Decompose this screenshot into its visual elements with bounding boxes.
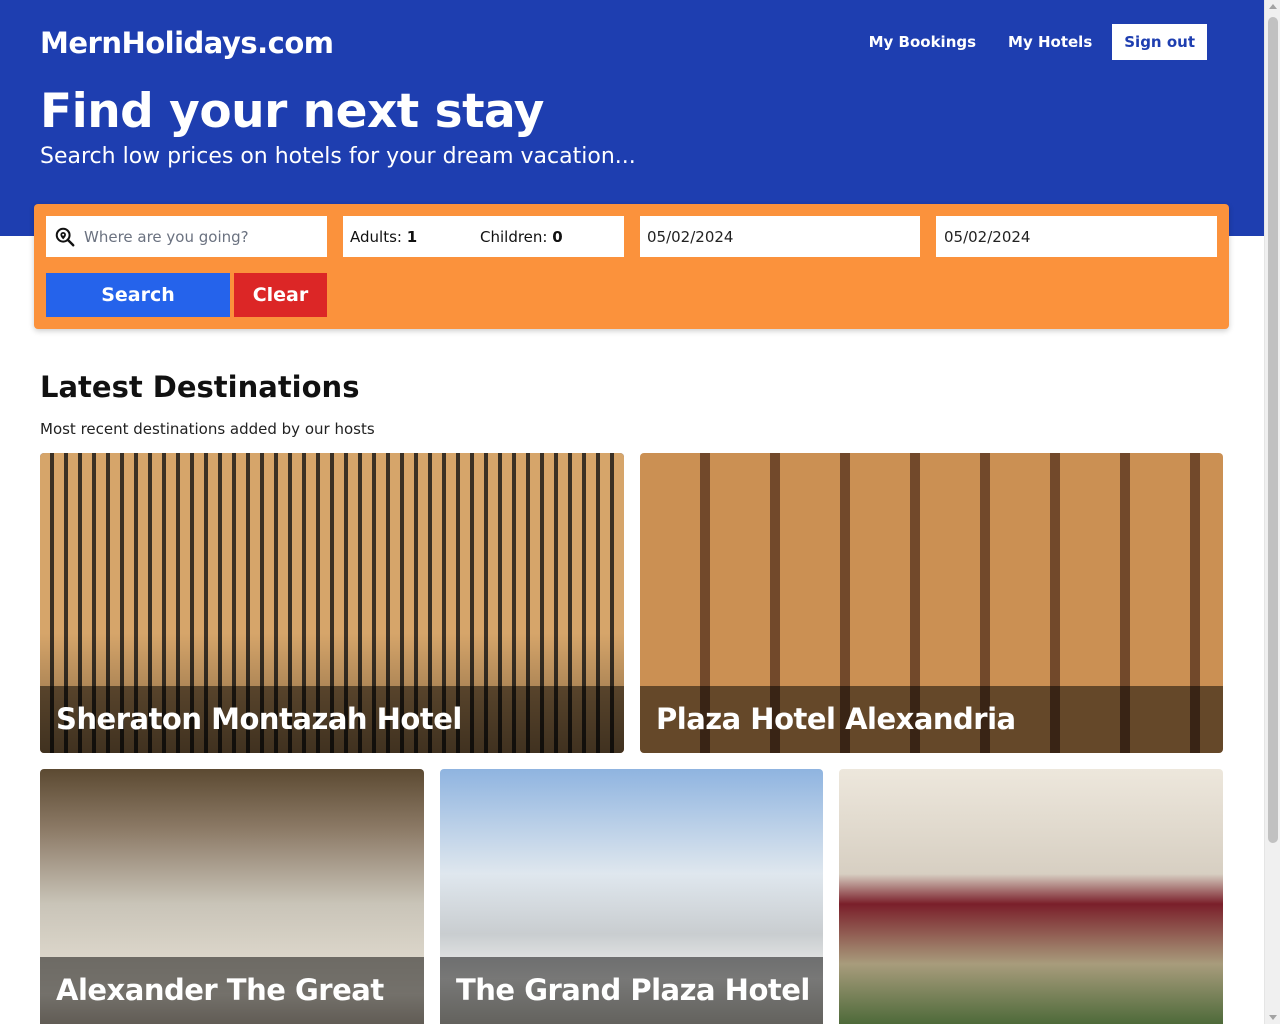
nav-my-bookings[interactable]: My Bookings bbox=[869, 24, 976, 60]
scroll-up-arrow-icon[interactable] bbox=[1269, 4, 1277, 9]
section-subtitle: Most recent destinations added by our ho… bbox=[40, 420, 375, 438]
scroll-down-arrow-icon[interactable] bbox=[1269, 1015, 1277, 1020]
search-bar: Adults: 1 Children: 0 05/02/2024 05/02/2… bbox=[34, 204, 1229, 329]
destination-field[interactable] bbox=[46, 216, 327, 257]
hotel-image bbox=[839, 769, 1223, 1024]
check-out-date-input[interactable]: 05/02/2024 bbox=[936, 216, 1217, 257]
children-group[interactable]: Children: 0 bbox=[480, 228, 610, 246]
hotel-name: The Grand Plaza Hotel bbox=[456, 973, 810, 1007]
top-nav: My Bookings My Hotels Sign out bbox=[837, 24, 1207, 60]
adults-label: Adults: bbox=[350, 227, 402, 246]
card-caption: Alexander The Great bbox=[40, 957, 424, 1024]
card-caption: The Grand Plaza Hotel bbox=[440, 957, 823, 1024]
guests-field: Adults: 1 Children: 0 bbox=[343, 216, 624, 257]
card-caption: Sheraton Montazah Hotel bbox=[40, 686, 624, 753]
sign-out-button[interactable]: Sign out bbox=[1112, 24, 1207, 60]
destination-card[interactable]: The Grand Plaza Hotel bbox=[440, 769, 823, 1024]
clear-button[interactable]: Clear bbox=[234, 273, 327, 317]
scroll-thumb[interactable] bbox=[1268, 17, 1278, 843]
hotel-name: Sheraton Montazah Hotel bbox=[56, 702, 462, 736]
hotel-name: Alexander The Great bbox=[56, 973, 384, 1007]
destination-card[interactable]: Alexander The Great bbox=[40, 769, 424, 1024]
search-button[interactable]: Search bbox=[46, 273, 230, 317]
adults-group[interactable]: Adults: 1 bbox=[350, 228, 480, 246]
hotel-name: Plaza Hotel Alexandria bbox=[656, 702, 1016, 736]
section-title: Latest Destinations bbox=[40, 370, 360, 404]
adults-input[interactable]: 1 bbox=[407, 228, 417, 246]
search-location-icon bbox=[55, 227, 75, 246]
brand-logo[interactable]: MernHolidays.com bbox=[40, 26, 334, 60]
destination-card[interactable] bbox=[839, 769, 1223, 1024]
hero-title: Find your next stay bbox=[40, 84, 544, 139]
destination-input[interactable] bbox=[84, 227, 314, 246]
card-caption: Plaza Hotel Alexandria bbox=[640, 686, 1223, 753]
destination-card[interactable]: Plaza Hotel Alexandria bbox=[640, 453, 1223, 753]
children-input[interactable]: 0 bbox=[552, 228, 562, 246]
children-label: Children: bbox=[480, 227, 548, 246]
check-in-date-input[interactable]: 05/02/2024 bbox=[640, 216, 920, 257]
vertical-scrollbar[interactable] bbox=[1264, 0, 1280, 1024]
hero-header: MernHolidays.com My Bookings My Hotels S… bbox=[0, 0, 1264, 236]
nav-my-hotels[interactable]: My Hotels bbox=[1008, 24, 1092, 60]
destination-card[interactable]: Sheraton Montazah Hotel bbox=[40, 453, 624, 753]
hero-subtitle: Search low prices on hotels for your dre… bbox=[40, 144, 636, 169]
